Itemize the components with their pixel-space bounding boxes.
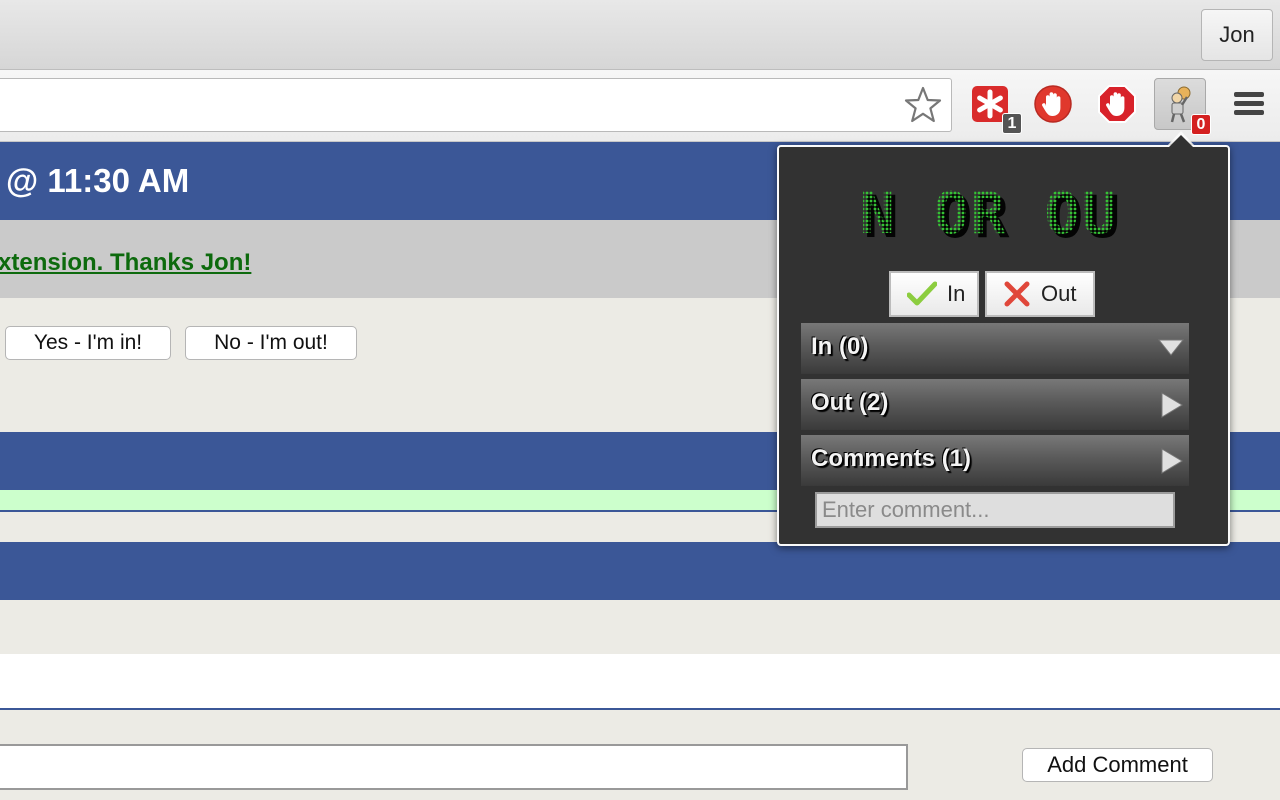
checkmark-icon (907, 281, 937, 306)
section-out[interactable]: Out (2) (801, 379, 1189, 430)
triangle-right-icon (1161, 392, 1183, 418)
hamburger-menu-icon[interactable] (1234, 92, 1264, 118)
add-comment-button[interactable]: Add Comment (1022, 748, 1213, 782)
tab-strip: Jon (0, 0, 1280, 70)
section-out-label: Out (2) (811, 389, 889, 416)
address-bar[interactable] (0, 78, 952, 132)
section-in[interactable]: In (0) (801, 323, 1189, 374)
extension-thanks-link[interactable]: xtension. Thanks Jon! (0, 249, 251, 277)
browser-toolbar: 1 0 (0, 70, 1280, 142)
section-comments[interactable]: Comments (1) (801, 435, 1189, 486)
in-or-out-extension-button[interactable]: 0 (1154, 78, 1211, 135)
stop-sign-icon (1098, 85, 1136, 123)
hand-extension-button[interactable] (1027, 78, 1079, 130)
popup-in-button[interactable]: In (889, 271, 979, 317)
popup-pointer-inner (1169, 135, 1193, 147)
popup-in-label: In (947, 281, 966, 306)
popup-out-label: Out (1041, 281, 1077, 306)
popup-comment-input[interactable] (815, 492, 1175, 528)
section-comments-label: Comments (1) (811, 445, 972, 472)
asterisk-extension-badge: 1 (1002, 113, 1022, 134)
triangle-down-icon (1157, 339, 1185, 356)
bookmark-star-icon[interactable] (903, 85, 943, 125)
yes-in-button[interactable]: Yes - I'm in! (5, 326, 171, 360)
hand-extension-icon (1034, 85, 1072, 123)
in-or-out-popup: IN OR OUT IN OR OUT In Out In (0) Out (2… (777, 145, 1230, 546)
event-time: @ 11:30 AM (6, 162, 190, 199)
no-out-button[interactable]: No - I'm out! (185, 326, 357, 360)
comment-row (0, 654, 1280, 710)
popup-out-button[interactable]: Out (985, 271, 1095, 317)
comments-header-band (0, 542, 1280, 600)
page-comment-input[interactable] (0, 744, 908, 790)
asterisk-extension-button[interactable]: 1 (964, 78, 1022, 134)
red-x-icon (1004, 281, 1030, 307)
in-or-out-logo: IN OR OUT IN OR OUT (861, 183, 1121, 247)
adblock-extension-button[interactable] (1091, 78, 1143, 130)
profile-button[interactable]: Jon (1201, 9, 1273, 61)
triangle-right-icon (1161, 448, 1183, 474)
logo-text: IN OR OUT (861, 183, 1121, 247)
section-in-label: In (0) (811, 333, 869, 360)
